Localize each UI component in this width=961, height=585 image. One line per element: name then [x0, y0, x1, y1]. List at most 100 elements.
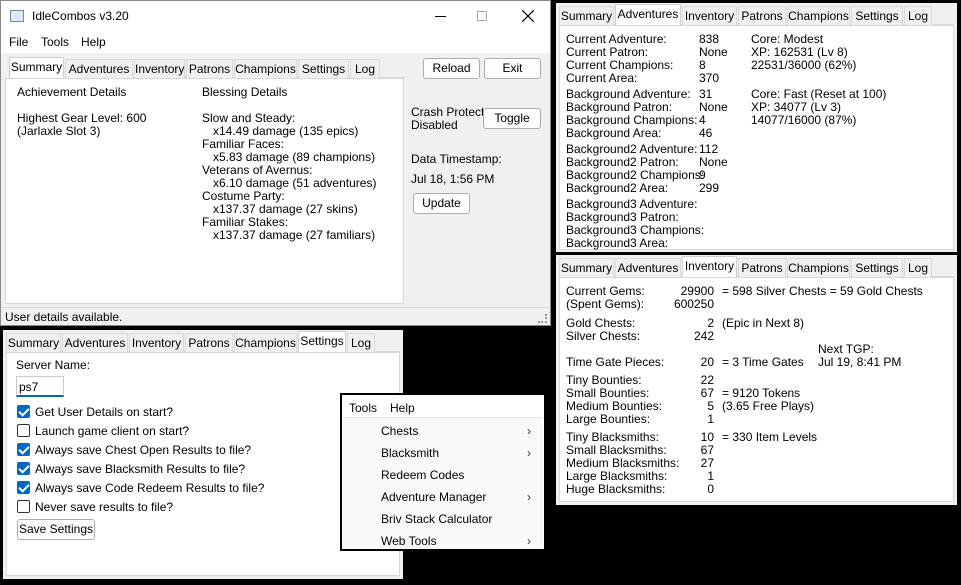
- menu-item-label: Adventure Manager: [381, 490, 487, 504]
- inventory-tabs: Summary Adventures Inventory Patrons Cha…: [559, 256, 954, 278]
- achievement-header: Achievement Details: [17, 85, 127, 99]
- adventure-label: Current Area:: [566, 71, 638, 85]
- update-button[interactable]: Update: [413, 193, 470, 214]
- tab-settings[interactable]: Settings: [851, 6, 903, 25]
- tab-champions[interactable]: Champions: [787, 6, 850, 25]
- tab-inventory[interactable]: Inventory: [682, 256, 737, 278]
- tab-inventory[interactable]: Inventory: [682, 6, 737, 25]
- menu-item-label: Briv Stack Calculator: [381, 512, 493, 526]
- option-label[interactable]: Always save Chest Open Results to file?: [35, 444, 251, 457]
- minimize-icon: [435, 16, 446, 17]
- status-bar: User details available.: [1, 307, 550, 325]
- menu-item-label: Web Tools: [381, 534, 437, 548]
- tab-patrons[interactable]: Patrons: [738, 6, 786, 25]
- menu-item-chests[interactable]: Chests ›: [343, 420, 543, 442]
- chevron-right-icon: ›: [527, 534, 531, 548]
- tab-adventures[interactable]: Adventures: [615, 4, 681, 26]
- inventory-value: 600250: [673, 297, 714, 311]
- gear-slot: (Jarlaxle Slot 3): [17, 124, 101, 138]
- tab-adventures[interactable]: Adventures: [65, 59, 133, 78]
- option-label[interactable]: Launch game client on start?: [35, 425, 189, 438]
- inventory-note: = 3 Time Gates: [722, 355, 804, 369]
- menu-item-adventure-manager[interactable]: Adventure Manager ›: [343, 486, 543, 508]
- menu-item-blacksmith[interactable]: Blacksmith ›: [343, 442, 543, 464]
- option-label[interactable]: Get User Details on start?: [35, 406, 173, 419]
- tab-log[interactable]: Log: [904, 6, 932, 25]
- tab-log[interactable]: Log: [347, 333, 375, 352]
- settings-tabs: Summary Adventures Inventory Patrons Cha…: [6, 331, 400, 353]
- main-window: IdleCombos v3.20 File Tools Help Summary…: [0, 0, 551, 326]
- tab-settings[interactable]: Settings: [298, 59, 349, 78]
- inventory-label: Large Bounties:: [566, 412, 651, 426]
- inventory-value: 0: [707, 482, 714, 496]
- tab-summary[interactable]: Summary: [559, 6, 614, 25]
- save-settings-button[interactable]: Save Settings: [17, 519, 95, 540]
- menu-item-redeem-codes[interactable]: Redeem Codes: [343, 464, 543, 486]
- chevron-right-icon: ›: [527, 424, 531, 438]
- exit-button[interactable]: Exit: [484, 58, 541, 79]
- chevron-right-icon: ›: [527, 446, 531, 460]
- tab-patrons[interactable]: Patrons: [185, 333, 233, 352]
- app-icon: [10, 10, 24, 22]
- chevron-right-icon: ›: [527, 490, 531, 504]
- inventory-label: Time Gate Pieces:: [566, 355, 665, 369]
- inventory-note: = 330 Item Levels: [722, 430, 818, 444]
- tab-summary[interactable]: Summary: [6, 333, 61, 352]
- close-button[interactable]: [507, 1, 547, 31]
- tab-adventures[interactable]: Adventures: [615, 258, 681, 277]
- tab-summary[interactable]: Summary: [9, 57, 64, 79]
- adventure-label: Background Area:: [566, 126, 662, 140]
- menu-item-label: Chests: [381, 424, 419, 438]
- menu-item-briv-stack[interactable]: Briv Stack Calculator: [343, 508, 543, 530]
- crash-protect-status: Disabled: [411, 118, 458, 132]
- reload-button[interactable]: Reload: [423, 58, 480, 79]
- tab-log[interactable]: Log: [350, 59, 380, 78]
- tab-inventory[interactable]: Inventory: [129, 333, 184, 352]
- data-timestamp-value: Jul 18, 1:56 PM: [411, 172, 495, 186]
- option-label[interactable]: Never save results to file?: [35, 501, 173, 514]
- tab-champions[interactable]: Champions: [234, 333, 297, 352]
- tab-champions[interactable]: Champions: [234, 59, 297, 78]
- tab-log[interactable]: Log: [904, 258, 932, 277]
- tab-summary[interactable]: Summary: [559, 258, 614, 277]
- checkbox-save-chest[interactable]: [17, 443, 30, 456]
- close-icon: [522, 10, 534, 22]
- menu-item-label: Redeem Codes: [381, 468, 465, 482]
- blessing-value: x137.37 damage (27 familiars): [213, 228, 376, 242]
- inventory-tab-body: Current Gems: 29900 = 598 Silver Chests …: [559, 277, 954, 502]
- checkbox-save-code-redeem[interactable]: [17, 481, 30, 494]
- tab-patrons[interactable]: Patrons: [738, 258, 786, 277]
- inventory-value: 242: [693, 329, 714, 343]
- tab-inventory[interactable]: Inventory: [134, 59, 185, 78]
- checkbox-never-save[interactable]: [17, 500, 30, 513]
- checkbox-save-blacksmith[interactable]: [17, 462, 30, 475]
- tab-settings[interactable]: Settings: [298, 331, 346, 353]
- option-label[interactable]: Always save Blacksmith Results to file?: [35, 463, 245, 476]
- toggle-button[interactable]: Toggle: [483, 108, 541, 129]
- server-name-input[interactable]: ps7: [16, 376, 64, 397]
- inventory-window: Summary Adventures Inventory Patrons Cha…: [556, 255, 957, 505]
- checkbox-get-user-details[interactable]: [17, 405, 30, 418]
- summary-tab-body: Achievement Details Highest Gear Level: …: [5, 78, 404, 304]
- checkbox-launch-client[interactable]: [17, 424, 30, 437]
- option-label[interactable]: Always save Code Redeem Results to file?: [35, 482, 264, 495]
- tab-champions[interactable]: Champions: [787, 258, 850, 277]
- menu-tools[interactable]: Tools: [41, 36, 69, 49]
- menu-help[interactable]: Help: [81, 36, 106, 49]
- adventure-label: Background2 Area:: [566, 181, 669, 195]
- menu-file[interactable]: File: [9, 36, 28, 49]
- tab-adventures[interactable]: Adventures: [62, 333, 128, 352]
- menubar: Tools Help: [342, 395, 544, 417]
- tab-patrons[interactable]: Patrons: [186, 59, 233, 78]
- maximize-button[interactable]: [463, 1, 503, 31]
- menu-help[interactable]: Help: [390, 402, 415, 415]
- menu-tools[interactable]: Tools: [349, 402, 377, 415]
- menu-item-web-tools[interactable]: Web Tools ›: [343, 530, 543, 552]
- server-name-value: ps7: [19, 380, 39, 394]
- resize-grip-icon[interactable]: [538, 314, 547, 323]
- tab-settings[interactable]: Settings: [851, 258, 903, 277]
- minimize-button[interactable]: [421, 1, 461, 31]
- server-name-label: Server Name:: [16, 358, 91, 372]
- tools-dropdown: Chests › Blacksmith › Redeem Codes Adven…: [343, 417, 543, 549]
- tools-menu-window: Tools Help Chests › Blacksmith › Redeem …: [340, 393, 546, 551]
